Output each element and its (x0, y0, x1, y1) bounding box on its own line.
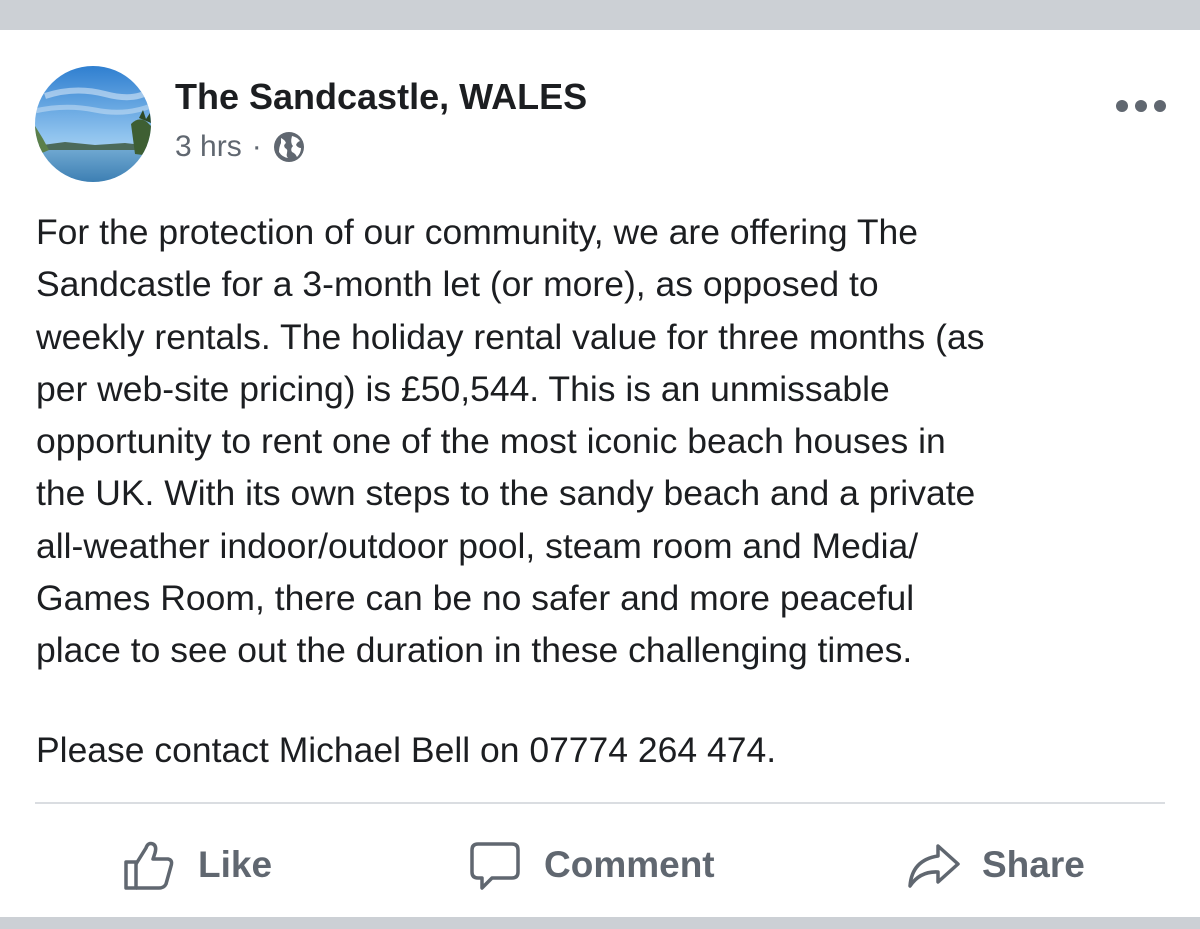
like-button[interactable]: Like (122, 830, 272, 900)
meta-separator: · (251, 130, 262, 163)
share-arrow-icon (908, 844, 960, 888)
share-button[interactable]: Share (906, 830, 1085, 900)
thumbs-up-icon (124, 841, 174, 890)
timestamp[interactable]: 3 hrs (175, 130, 242, 164)
page-name[interactable]: The Sandcastle, WALES (175, 76, 587, 118)
post-card: The Sandcastle, WALES 3 hrs · For the pr… (0, 30, 1200, 917)
post-meta: 3 hrs · (175, 130, 306, 164)
dot-icon (1116, 100, 1128, 112)
dot-icon (1154, 100, 1166, 112)
globe-icon (273, 132, 304, 162)
share-label: Share (982, 844, 1085, 885)
post-contact: Please contact Michael Bell on 07774 264… (36, 730, 777, 770)
comment-label: Comment (544, 844, 715, 885)
page-avatar[interactable] (35, 66, 151, 182)
comment-button[interactable]: Comment (468, 830, 715, 900)
like-label: Like (198, 844, 273, 885)
more-options-button[interactable] (1116, 96, 1166, 116)
actions-divider (35, 802, 1165, 804)
dot-icon (1135, 100, 1147, 112)
avatar-image (35, 66, 151, 182)
comment-icon (470, 842, 520, 890)
post-body: For the protection of our community, we … (36, 212, 985, 671)
